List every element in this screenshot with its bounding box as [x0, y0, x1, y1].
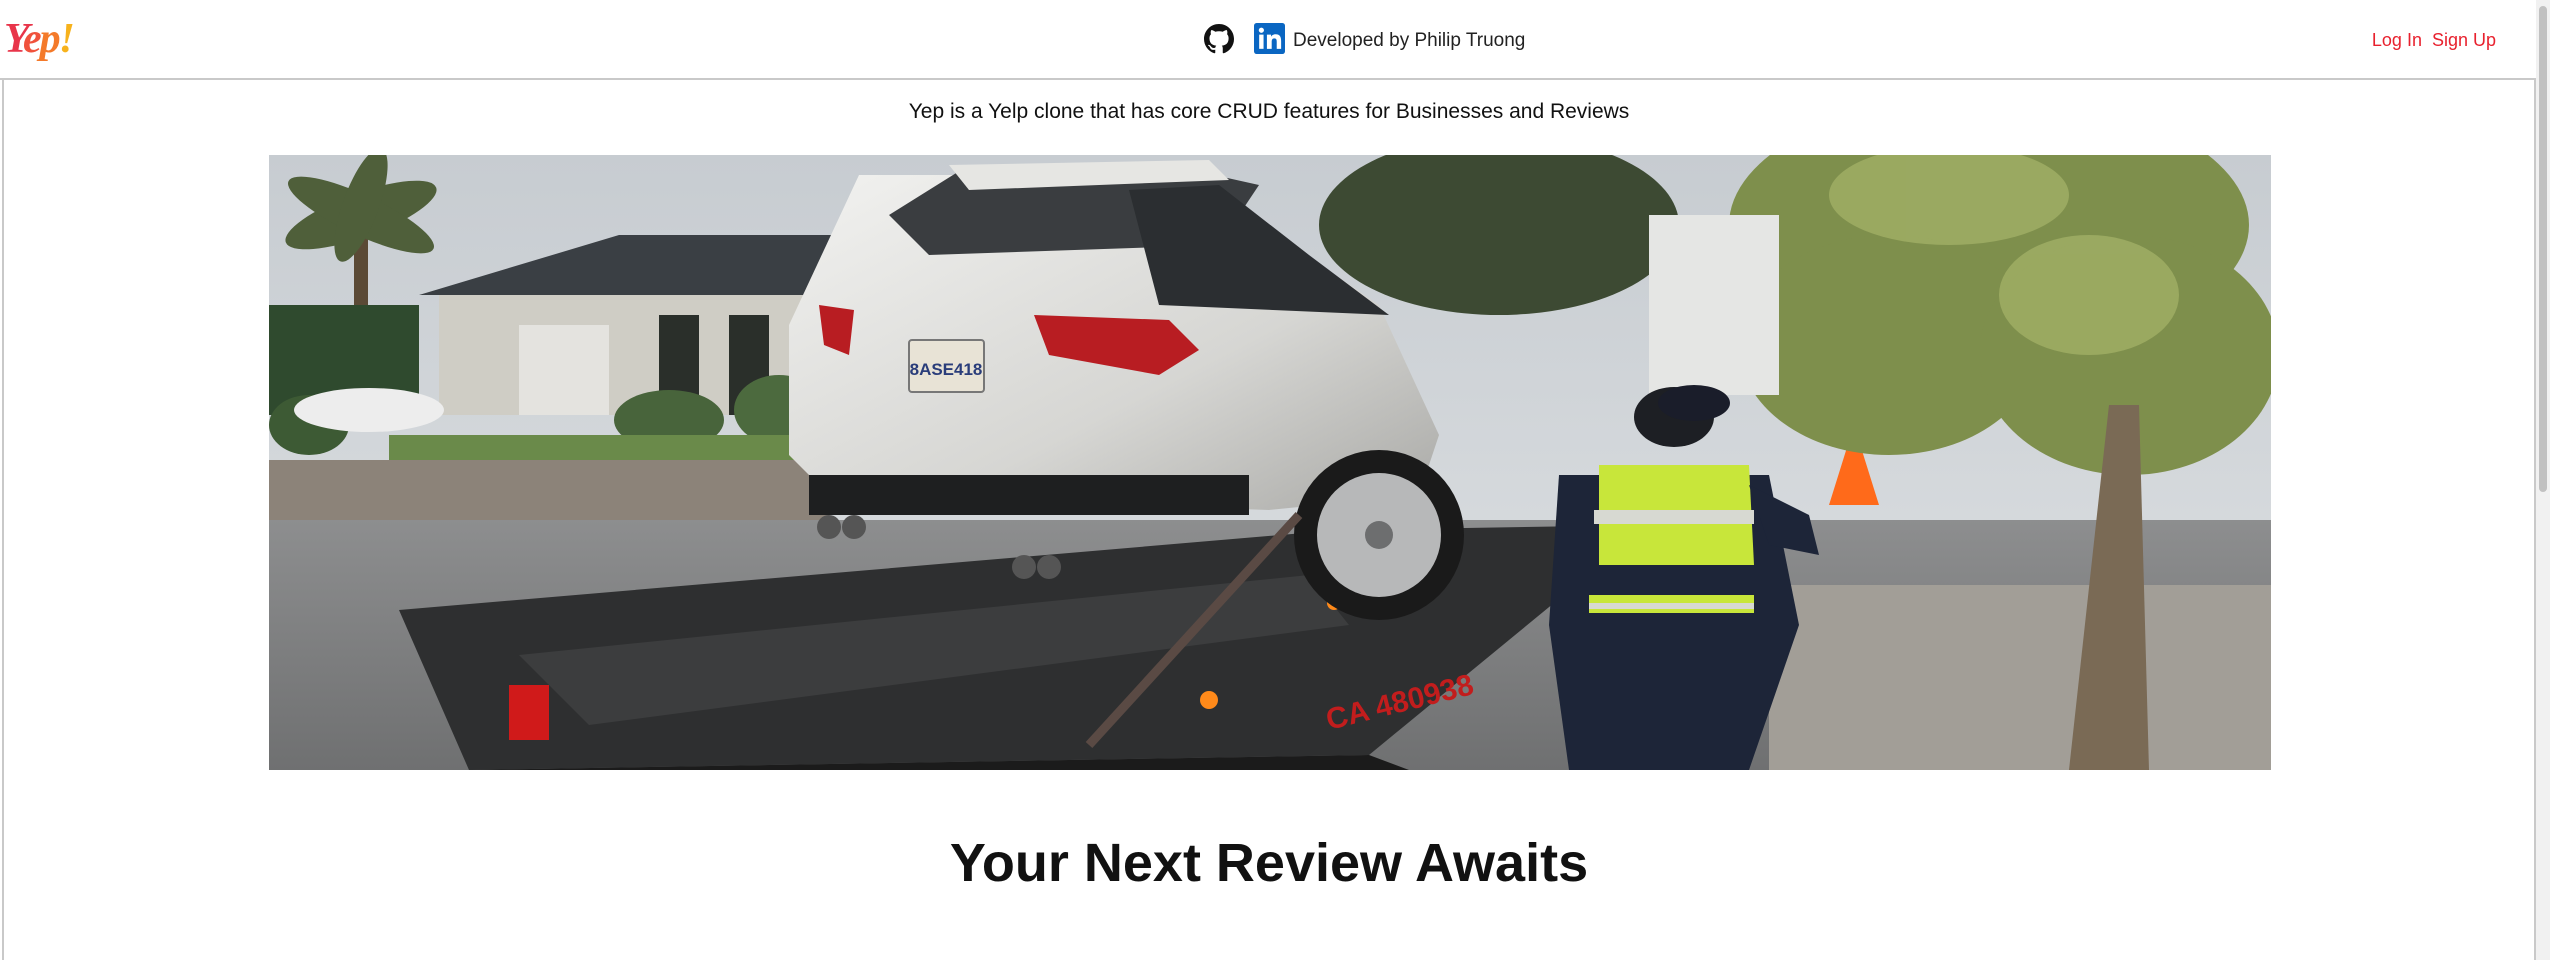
- page-headline: Your Next Review Awaits: [949, 833, 1589, 893]
- linkedin-icon[interactable]: [1254, 23, 1293, 59]
- signup-link[interactable]: Sign Up: [2432, 30, 2496, 51]
- license-plate-text: 8ASE418: [910, 360, 983, 379]
- hero-image: 8ASE418 CA 480938: [269, 155, 2271, 770]
- site-tagline: Yep is a Yelp clone that has core CRUD f…: [908, 100, 1630, 123]
- developer-links: Developed by Philip Truong: [1204, 23, 1526, 59]
- auth-links: Log In Sign Up: [2372, 30, 2496, 51]
- vertical-scrollbar[interactable]: [2536, 0, 2550, 960]
- yep-logo[interactable]: Yep!: [4, 14, 75, 64]
- top-navbar: Yep! Developed by Philip Truong Log In S…: [0, 0, 2536, 80]
- login-link[interactable]: Log In: [2372, 30, 2422, 51]
- scrollbar-thumb[interactable]: [2539, 6, 2547, 492]
- github-icon[interactable]: [1204, 23, 1254, 59]
- main-content: Yep is a Yelp clone that has core CRUD f…: [2, 80, 2536, 960]
- developer-credit: Developed by Philip Truong: [1293, 30, 1526, 51]
